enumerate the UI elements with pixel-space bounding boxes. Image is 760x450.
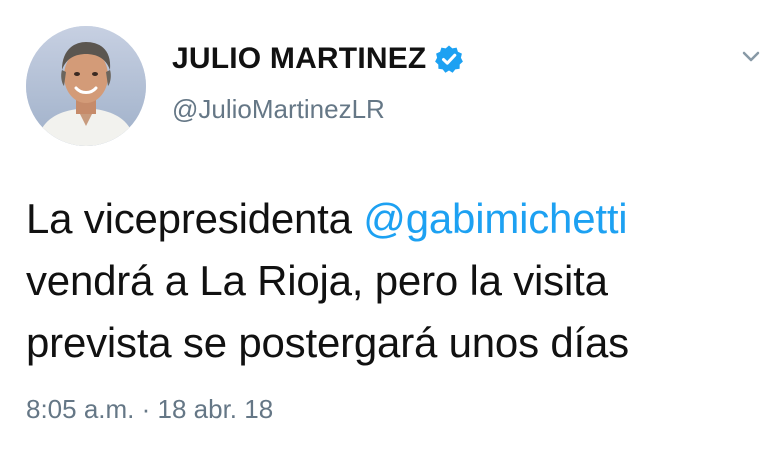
timestamp[interactable]: 8:05 a.m. · 18 abr. 18 [26, 394, 273, 425]
verified-badge-icon [434, 44, 464, 74]
tweet-text: La vicepresidenta @gabimichetti vendrá a… [26, 188, 746, 374]
tweet-text-before: La vicepresidenta [26, 195, 364, 242]
tweet-text-after: vendrá a La Rioja, pero la visita previs… [26, 257, 629, 366]
chevron-down-icon[interactable] [742, 48, 760, 66]
mention-link[interactable]: @gabimichetti [363, 195, 627, 242]
author-handle[interactable]: @JulioMartinezLR [172, 94, 385, 125]
avatar[interactable] [26, 26, 146, 146]
timestamp-separator: · [134, 394, 158, 424]
tweet-date[interactable]: 18 abr. 18 [158, 394, 274, 424]
tweet-time[interactable]: 8:05 a.m. [26, 394, 134, 424]
tweet-card: JULIO MARTINEZ @JulioMartinezLR La vicep… [0, 0, 760, 450]
author-display-name-row[interactable]: JULIO MARTINEZ [172, 42, 464, 76]
author-display-name[interactable]: JULIO MARTINEZ [172, 42, 426, 76]
